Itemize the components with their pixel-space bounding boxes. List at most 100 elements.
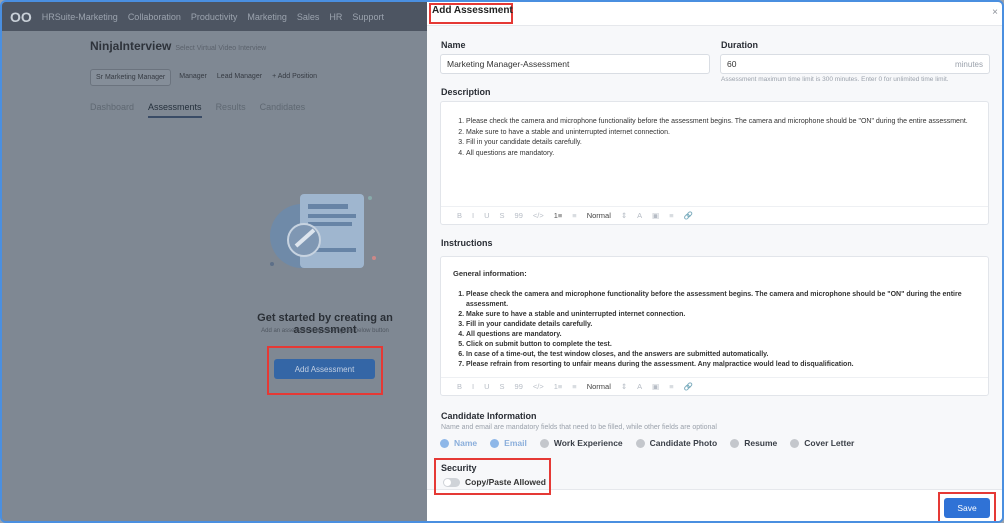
app-title-text: NinjaInterview [90, 39, 172, 53]
quote-icon[interactable]: 99 [515, 211, 523, 220]
instruction-item: In case of a time-out, the test window c… [466, 350, 980, 360]
role-chip-lead-manager[interactable]: Lead Manager [215, 69, 264, 86]
field-label-email: Email [504, 438, 527, 448]
link-icon[interactable]: 🔗 [684, 382, 693, 391]
instruction-item: Please refrain from resorting to unfair … [466, 360, 980, 370]
ordered-list-icon[interactable]: 1≡ [554, 211, 563, 220]
background-color-icon[interactable]: ▣ [652, 211, 659, 220]
duration-label: Duration [721, 40, 758, 50]
duration-input[interactable]: 60 minutes [720, 54, 990, 74]
description-editor[interactable]: Please check the camera and microphone f… [440, 101, 989, 225]
field-label-cover-letter: Cover Letter [804, 438, 855, 448]
quote-icon[interactable]: 99 [515, 382, 523, 391]
candidate-info-label: Candidate Information [441, 411, 537, 421]
role-chips: Sr Marketing Manager Manager Lead Manage… [90, 69, 427, 86]
role-chip-sr-marketing-manager[interactable]: Sr Marketing Manager [90, 69, 172, 86]
instruction-item: Make sure to have a stable and uninterru… [466, 310, 980, 320]
background-app: OO HRSuite-Marketing Collaboration Produ… [2, 2, 427, 521]
description-item: Make sure to have a stable and uninterru… [466, 128, 975, 139]
modal-content: Name Marketing Manager-Assessment Durati… [427, 26, 1002, 489]
name-label: Name [441, 40, 466, 50]
tab-results[interactable]: Results [216, 102, 246, 118]
nav-item-productivity[interactable]: Productivity [191, 12, 238, 22]
logo-icon: OO [10, 8, 32, 25]
tab-candidates[interactable]: Candidates [260, 102, 306, 118]
bold-icon[interactable]: B [457, 211, 462, 220]
bold-icon[interactable]: B [457, 382, 462, 391]
bullet-list-icon[interactable]: ≡ [572, 382, 576, 391]
checkbox-email[interactable] [490, 438, 500, 448]
nav-item-sales[interactable]: Sales [297, 12, 320, 22]
background-color-icon[interactable]: ▣ [652, 382, 659, 391]
field-label-candidate-photo: Candidate Photo [649, 438, 718, 448]
close-icon[interactable]: × [992, 7, 998, 18]
nav-item-hr[interactable]: HR [329, 12, 342, 22]
duration-unit: minutes [954, 59, 983, 69]
underline-icon[interactable]: U [484, 382, 489, 391]
role-chip-manager[interactable]: Manager [177, 69, 209, 86]
code-icon[interactable]: </> [533, 211, 544, 220]
add-position-link[interactable]: + Add Position [270, 69, 319, 86]
modal-title: Add Assessment [432, 5, 513, 16]
ordered-list-icon[interactable]: 1≡ [554, 382, 563, 391]
tab-assessments[interactable]: Assessments [148, 102, 202, 118]
field-label-work-experience: Work Experience [553, 438, 623, 448]
nav-item-suite[interactable]: HRSuite-Marketing [42, 12, 118, 22]
checkbox-name[interactable] [440, 438, 449, 448]
format-select[interactable]: Normal [587, 211, 611, 220]
nav-item-collaboration[interactable]: Collaboration [128, 12, 181, 22]
top-navigation: OO HRSuite-Marketing Collaboration Produ… [2, 2, 427, 31]
modal-header: Add Assessment × [427, 2, 1002, 26]
page-title: NinjaInterview Select Virtual Video Inter… [90, 39, 427, 53]
checkbox-cover-letter[interactable] [790, 438, 800, 448]
app-subtitle: Select Virtual Video Interview [175, 45, 267, 52]
instruction-item: Please check the camera and microphone f… [466, 290, 980, 310]
strike-icon[interactable]: S [500, 382, 505, 391]
assessment-name-value: Marketing Manager-Assessment [447, 59, 570, 69]
instructions-label: Instructions [441, 238, 493, 248]
chevron-updown-icon[interactable]: ⇕ [621, 211, 627, 220]
underline-icon[interactable]: U [484, 211, 489, 220]
tab-dashboard[interactable]: Dashboard [90, 102, 134, 118]
description-label: Description [441, 87, 491, 97]
align-icon[interactable]: ≡ [669, 211, 673, 220]
checkbox-resume[interactable] [730, 438, 740, 448]
instruction-item: All questions are mandatory. [466, 330, 980, 340]
assessment-name-input[interactable]: Marketing Manager-Assessment [440, 54, 710, 74]
text-color-icon[interactable]: A [637, 382, 642, 391]
field-label-name: Name [454, 438, 478, 448]
checkbox-candidate-photo[interactable] [635, 438, 645, 448]
instructions-heading: General information: [453, 269, 527, 278]
strike-icon[interactable]: S [500, 211, 505, 220]
link-icon[interactable]: 🔗 [684, 211, 693, 220]
instruction-item: Click on submit button to complete the t… [466, 340, 980, 350]
app-body: NinjaInterview Select Virtual Video Inter… [2, 31, 427, 118]
copy-paste-toggle[interactable] [443, 478, 460, 487]
candidate-fields-row: Name Email Work Experience Candidate Pho… [440, 438, 854, 448]
description-item: Please check the camera and microphone f… [466, 117, 975, 128]
description-item: All questions are mandatory. [466, 149, 975, 160]
align-icon[interactable]: ≡ [669, 382, 673, 391]
highlight-box-add-button [267, 346, 383, 395]
format-select[interactable]: Normal [587, 382, 611, 391]
instructions-toolbar: B I U S 99 </> 1≡ ≡ Normal ⇕ A ▣ ≡ 🔗 [441, 377, 988, 395]
window-frame: OO HRSuite-Marketing Collaboration Produ… [0, 0, 1004, 523]
text-color-icon[interactable]: A [637, 211, 642, 220]
description-list: Please check the camera and microphone f… [455, 117, 975, 159]
empty-state-subtitle: Add an assessment by clicking the below … [261, 328, 389, 334]
bullet-list-icon[interactable]: ≡ [572, 211, 576, 220]
nav-item-support[interactable]: Support [352, 12, 384, 22]
assessment-illustration-icon [270, 194, 376, 268]
duration-hint: Assessment maximum time limit is 300 min… [721, 76, 949, 83]
description-toolbar: B I U S 99 </> 1≡ ≡ Normal ⇕ A ▣ ≡ 🔗 [441, 206, 988, 224]
italic-icon[interactable]: I [472, 211, 474, 220]
nav-item-marketing[interactable]: Marketing [247, 12, 287, 22]
italic-icon[interactable]: I [472, 382, 474, 391]
checkbox-work-experience[interactable] [539, 438, 549, 448]
copy-paste-label: Copy/Paste Allowed [465, 477, 546, 487]
chevron-updown-icon[interactable]: ⇕ [621, 382, 627, 391]
code-icon[interactable]: </> [533, 382, 544, 391]
instruction-item: Fill in your candidate details carefully… [466, 320, 980, 330]
instructions-editor[interactable]: General information: Please check the ca… [440, 256, 989, 396]
field-label-resume: Resume [744, 438, 778, 448]
